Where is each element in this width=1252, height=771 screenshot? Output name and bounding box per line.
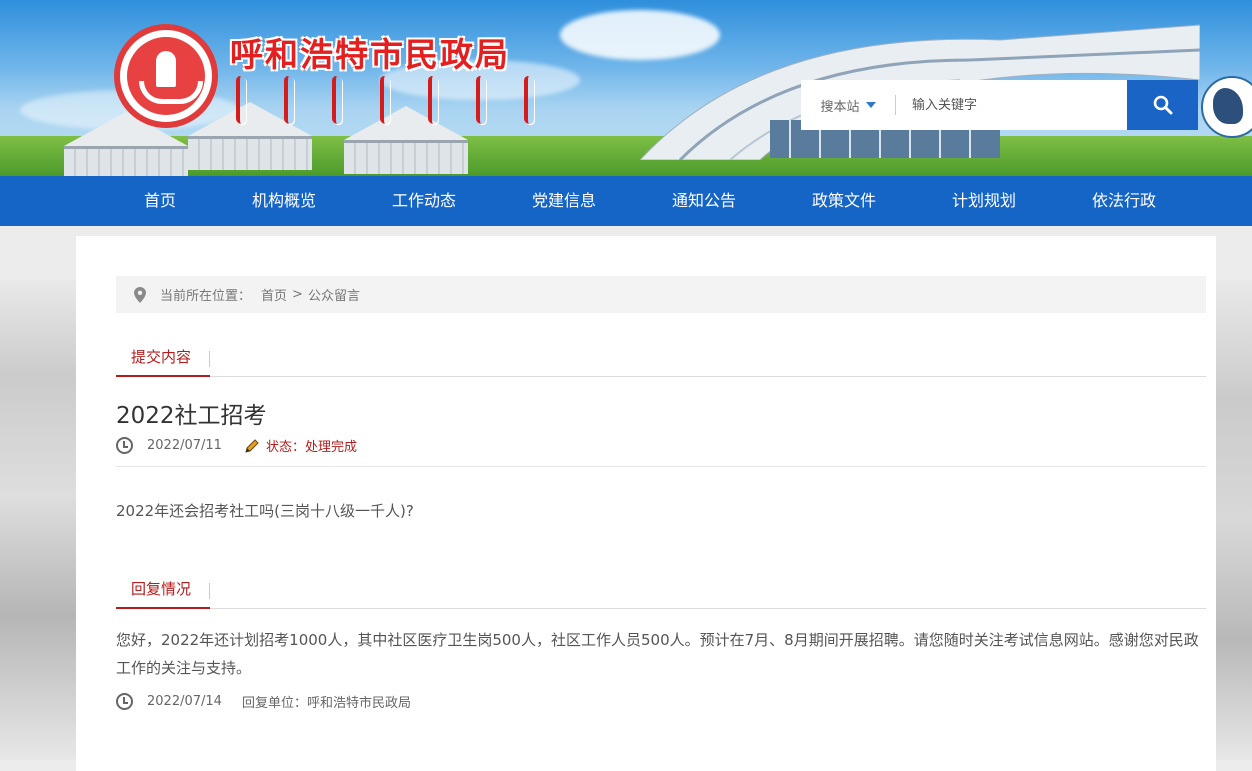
background-scenery: [0, 280, 80, 760]
question-text: 2022年还会招考社工吗(三岗十八级一千人)?: [116, 502, 414, 520]
breadcrumb-prefix: 当前所在位置：: [160, 289, 252, 304]
search-icon: [1153, 95, 1172, 115]
tab-submission: 提交内容: [116, 341, 210, 377]
search-scope-dropdown[interactable]: 搜本站: [801, 80, 895, 130]
nav-item-organization[interactable]: 机构概览: [214, 176, 354, 226]
nav-item-plans[interactable]: 计划规划: [914, 176, 1054, 226]
caret-down-icon: [865, 102, 876, 108]
clock-icon: [116, 693, 133, 710]
site-title: 呼和浩特市民政局: [230, 35, 510, 74]
header-banner: 呼和浩特市民政局 搜本站: [0, 0, 1252, 176]
nav-item-legal[interactable]: 依法行政: [1054, 176, 1194, 226]
nav-item-home[interactable]: 首页: [90, 176, 230, 226]
search-bar: 搜本站: [801, 80, 1198, 130]
submission-meta: 2022/07/11 状态： 处理完成: [116, 436, 357, 455]
message-title: 2022社工招考: [116, 403, 267, 429]
reply-unit-label: 回复单位：: [241, 696, 307, 711]
search-input[interactable]: [896, 80, 1127, 130]
main-navigation: 首页 机构概览 工作动态 党建信息 通知公告 政策文件 计划规划 依法行政: [0, 176, 1252, 226]
reply-section-header: 回复情况: [116, 573, 1206, 609]
clock-icon: [116, 437, 133, 454]
message-detail-card: 当前所在位置： 首页 > 公众留言 提交内容 2022社工招考 2022/07/…: [76, 236, 1216, 771]
background-scenery: [1216, 280, 1252, 760]
reply-unit-value: 呼和浩特市民政局: [306, 696, 411, 711]
reply-content: 您好，2022年还计划招考1000人，其中社区医疗卫生岗500人，社区工作人员5…: [116, 631, 1199, 677]
submission-date: 2022/07/11: [147, 438, 222, 453]
search-scope-label: 搜本站: [820, 99, 860, 115]
status-badge: 处理完成: [304, 440, 357, 455]
meta-divider: [116, 466, 1206, 467]
status-label: 状态：: [265, 440, 305, 455]
nav-item-news[interactable]: 工作动态: [354, 176, 494, 226]
search-button[interactable]: [1127, 80, 1198, 130]
breadcrumb-current[interactable]: 公众留言: [308, 285, 360, 304]
submission-section-header: 提交内容: [116, 341, 1206, 377]
nav-item-notices[interactable]: 通知公告: [634, 176, 774, 226]
nav-item-policies[interactable]: 政策文件: [774, 176, 914, 226]
tab-reply: 回复情况: [116, 573, 210, 609]
nav-item-party-building[interactable]: 党建信息: [494, 176, 634, 226]
civil-affairs-logo: [114, 24, 218, 128]
breadcrumb-home-link[interactable]: 首页: [261, 285, 287, 304]
location-pin-icon: [134, 286, 146, 303]
mongolian-script-title: [236, 75, 534, 125]
pencil-icon: [245, 438, 259, 453]
breadcrumb: 当前所在位置： 首页 > 公众留言: [116, 276, 1206, 313]
reply-meta: 2022/07/14 回复单位： 呼和浩特市民政局: [116, 692, 411, 711]
breadcrumb-separator: >: [292, 287, 303, 302]
reply-date: 2022/07/14: [147, 694, 222, 709]
emblem-badge[interactable]: [1201, 76, 1252, 138]
